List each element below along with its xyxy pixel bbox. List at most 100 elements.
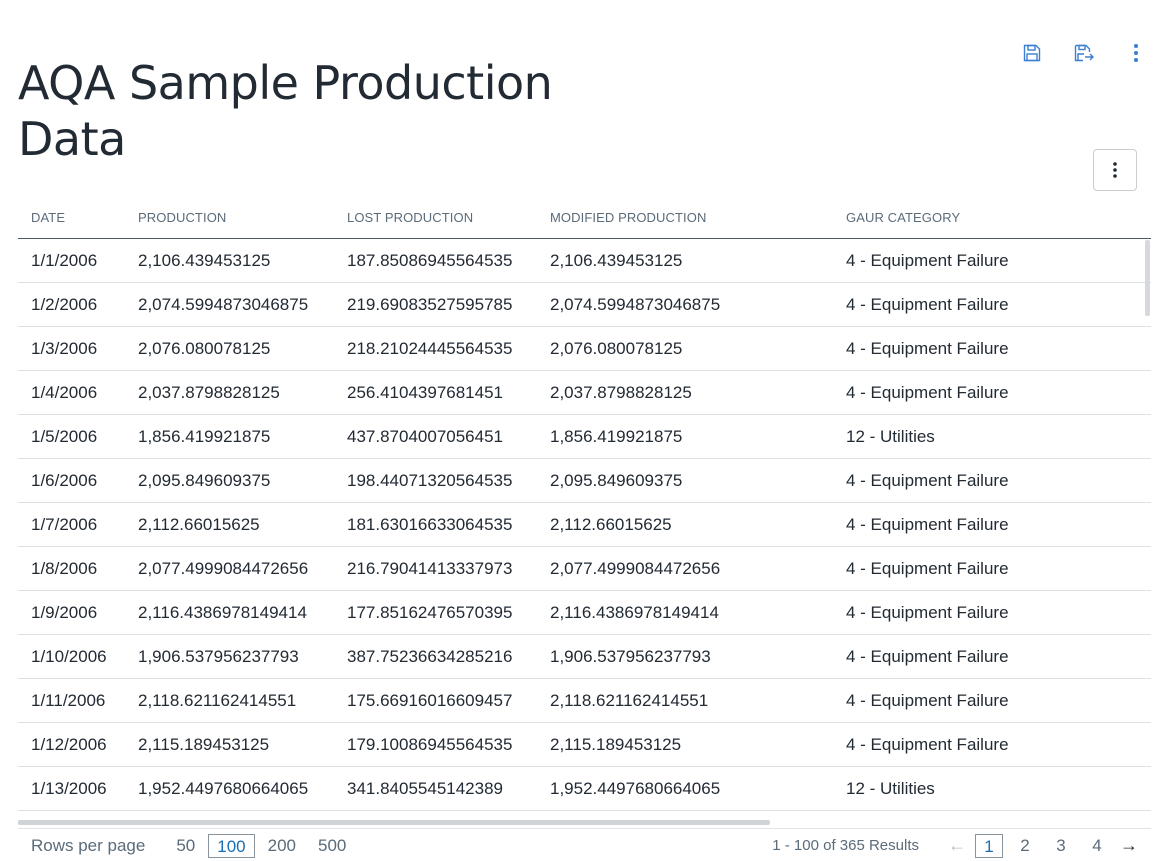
cell-production: 2,118.621162414551 [125, 678, 334, 723]
column-header-date[interactable]: DATE [18, 196, 125, 239]
cell-lost-production: 218.21024445564535 [334, 326, 537, 371]
cell-gaur-category: 12 - Utilities [833, 414, 1151, 459]
cell-modified-production: 2,095.849609375 [537, 458, 833, 503]
cell-production: 1,856.419921875 [125, 414, 334, 459]
vertical-scrollbar[interactable] [1145, 240, 1150, 316]
rows-per-page-200[interactable]: 200 [259, 834, 305, 858]
table-row[interactable]: 1/6/2006 2,095.849609375 198.4407132056453… [18, 458, 1151, 503]
page-button-1[interactable]: 1 [975, 833, 1003, 858]
more-vertical-icon [1113, 162, 1117, 178]
cell-modified-production: 1,952.4497680664065 [537, 766, 833, 811]
table-row[interactable]: 1/10/2006 1,906.537956237793 387.752366342… [18, 634, 1151, 679]
page-more-button[interactable] [1121, 38, 1151, 68]
data-table: DATE PRODUCTION LOST PRODUCTION MODIFIED… [18, 196, 1151, 826]
table-row[interactable]: 1/5/2006 1,856.419921875 437.8704007056451… [18, 414, 1151, 459]
pagination: ← 1 2 3 4 → [943, 833, 1143, 858]
cell-lost-production: 387.75236634285216 [334, 634, 537, 679]
cell-lost-production: 216.79041413337973 [334, 546, 537, 591]
cell-date: 1/4/2006 [18, 370, 125, 415]
results-count: 1 - 100 of 365 Results [772, 837, 919, 854]
table-footer: Rows per page 50 100 200 500 1 - 100 of … [18, 828, 1151, 861]
cell-gaur-category: 4 - Equipment Failure [833, 810, 1151, 826]
top-actions [995, 38, 1151, 68]
cell-lost-production: 175.66916016609457 [334, 678, 537, 723]
horizontal-scrollbar[interactable] [18, 820, 770, 825]
page-button-2[interactable]: 2 [1011, 834, 1039, 858]
cell-lost-production: 177.85162476570395 [334, 590, 537, 635]
cell-date: 1/3/2006 [18, 326, 125, 371]
table-row[interactable]: 1/11/2006 2,118.621162414551 175.669160166… [18, 678, 1151, 723]
cell-modified-production: 2,115.189453125 [537, 722, 833, 767]
cell-production: 2,106.439453125 [125, 238, 334, 283]
cell-modified-production: 2,077.4999084472656 [537, 546, 833, 591]
rows-per-page-100[interactable]: 100 [208, 833, 255, 858]
page-button-3[interactable]: 3 [1047, 834, 1075, 858]
table-row[interactable]: 1/9/2006 2,116.4386978149414 177.851624765… [18, 590, 1151, 635]
rows-per-page-label: Rows per page [31, 835, 146, 855]
table-header-row: DATE PRODUCTION LOST PRODUCTION MODIFIED… [18, 196, 1151, 239]
cell-gaur-category: 4 - Equipment Failure [833, 238, 1151, 283]
previous-page-arrow-icon[interactable]: ← [943, 835, 971, 856]
cell-modified-production: 1,906.537956237793 [537, 634, 833, 679]
cell-date: 1/13/2006 [18, 766, 125, 811]
table-more-button[interactable] [1093, 149, 1137, 191]
rows-per-page-500[interactable]: 500 [309, 834, 355, 858]
table-row[interactable]: 1/7/2006 2,112.66015625 181.63016633064535… [18, 502, 1151, 547]
table-row[interactable]: 1/1/2006 2,106.439453125 187.8508694556453… [18, 238, 1151, 283]
cell-production: 2,077.4999084472656 [125, 546, 334, 591]
cell-lost-production: 256.4104397681451 [334, 370, 537, 415]
more-vertical-icon [1134, 44, 1138, 62]
column-header-gaur-category[interactable]: GAUR CATEGORY [833, 196, 1151, 239]
table-row[interactable]: 1/4/2006 2,037.8798828125 256.410439768145… [18, 370, 1151, 415]
cell-production: 2,112.66015625 [125, 502, 334, 547]
page-button-4[interactable]: 4 [1083, 834, 1111, 858]
cell-date: 1/11/2006 [18, 678, 125, 723]
cell-gaur-category: 4 - Equipment Failure [833, 502, 1151, 547]
cell-production: 2,074.5994873046875 [125, 282, 334, 327]
cell-modified-production: 2,116.4386978149414 [537, 590, 833, 635]
save-icon [1023, 44, 1041, 62]
cell-gaur-category: 12 - Utilities [833, 766, 1151, 811]
cell-modified-production: 2,037.8798828125 [537, 370, 833, 415]
table-row[interactable]: 1/13/2006 1,952.4497680664065 341.84055451… [18, 766, 1151, 811]
cell-lost-production: 437.8704007056451 [334, 414, 537, 459]
table-row[interactable]: 1/3/2006 2,076.080078125 218.2102444556453… [18, 326, 1151, 371]
cell-lost-production: 198.44071320564535 [334, 458, 537, 503]
table-row[interactable]: 1/8/2006 2,077.4999084472656 216.790414133… [18, 546, 1151, 591]
column-header-lost-production[interactable]: LOST PRODUCTION [334, 196, 537, 239]
cell-modified-production: 2,106.439453125 [537, 238, 833, 283]
cell-date: 1/12/2006 [18, 722, 125, 767]
cell-lost-production: 219.69083527595785 [334, 282, 537, 327]
next-page-arrow-icon[interactable]: → [1115, 835, 1143, 856]
cell-modified-production: 2,118.621162414551 [537, 678, 833, 723]
cell-production: 2,076.080078125 [125, 326, 334, 371]
save-button[interactable] [1017, 38, 1047, 68]
cell-date: 1/1/2006 [18, 238, 125, 283]
cell-production: 2,115.189453125 [125, 722, 334, 767]
cell-lost-production: 179.10086945564535 [334, 722, 537, 767]
cell-date: 1/8/2006 [18, 546, 125, 591]
column-header-modified-production[interactable]: MODIFIED PRODUCTION [537, 196, 833, 239]
cell-gaur-category: 4 - Equipment Failure [833, 634, 1151, 679]
cell-modified-production: 1,856.419921875 [537, 414, 833, 459]
column-header-production[interactable]: PRODUCTION [125, 196, 334, 239]
cell-date: 1/6/2006 [18, 458, 125, 503]
save-as-button[interactable] [1069, 38, 1099, 68]
cell-lost-production: 187.85086945564535 [334, 238, 537, 283]
page-root: AQA Sample Production Data DATE PRODUCTI… [0, 0, 1173, 861]
table-row[interactable]: 1/2/2006 2,074.5994873046875 219.690835275… [18, 282, 1151, 327]
save-as-icon [1074, 44, 1094, 62]
cell-production: 1,906.537956237793 [125, 634, 334, 679]
cell-gaur-category: 4 - Equipment Failure [833, 458, 1151, 503]
cell-gaur-category: 4 - Equipment Failure [833, 546, 1151, 591]
table-row[interactable]: 1/12/2006 2,115.189453125 179.100869455645… [18, 722, 1151, 767]
cell-date: 1/10/2006 [18, 634, 125, 679]
cell-modified-production: 2,074.5994873046875 [537, 282, 833, 327]
cell-gaur-category: 4 - Equipment Failure [833, 722, 1151, 767]
cell-date: 1/2/2006 [18, 282, 125, 327]
cell-gaur-category: 4 - Equipment Failure [833, 590, 1151, 635]
table-body: 1/1/2006 2,106.439453125 187.8508694556453… [18, 238, 1151, 826]
cell-modified-production: 2,112.66015625 [537, 502, 833, 547]
rows-per-page-50[interactable]: 50 [167, 834, 204, 858]
cell-modified-production: 2,076.080078125 [537, 326, 833, 371]
